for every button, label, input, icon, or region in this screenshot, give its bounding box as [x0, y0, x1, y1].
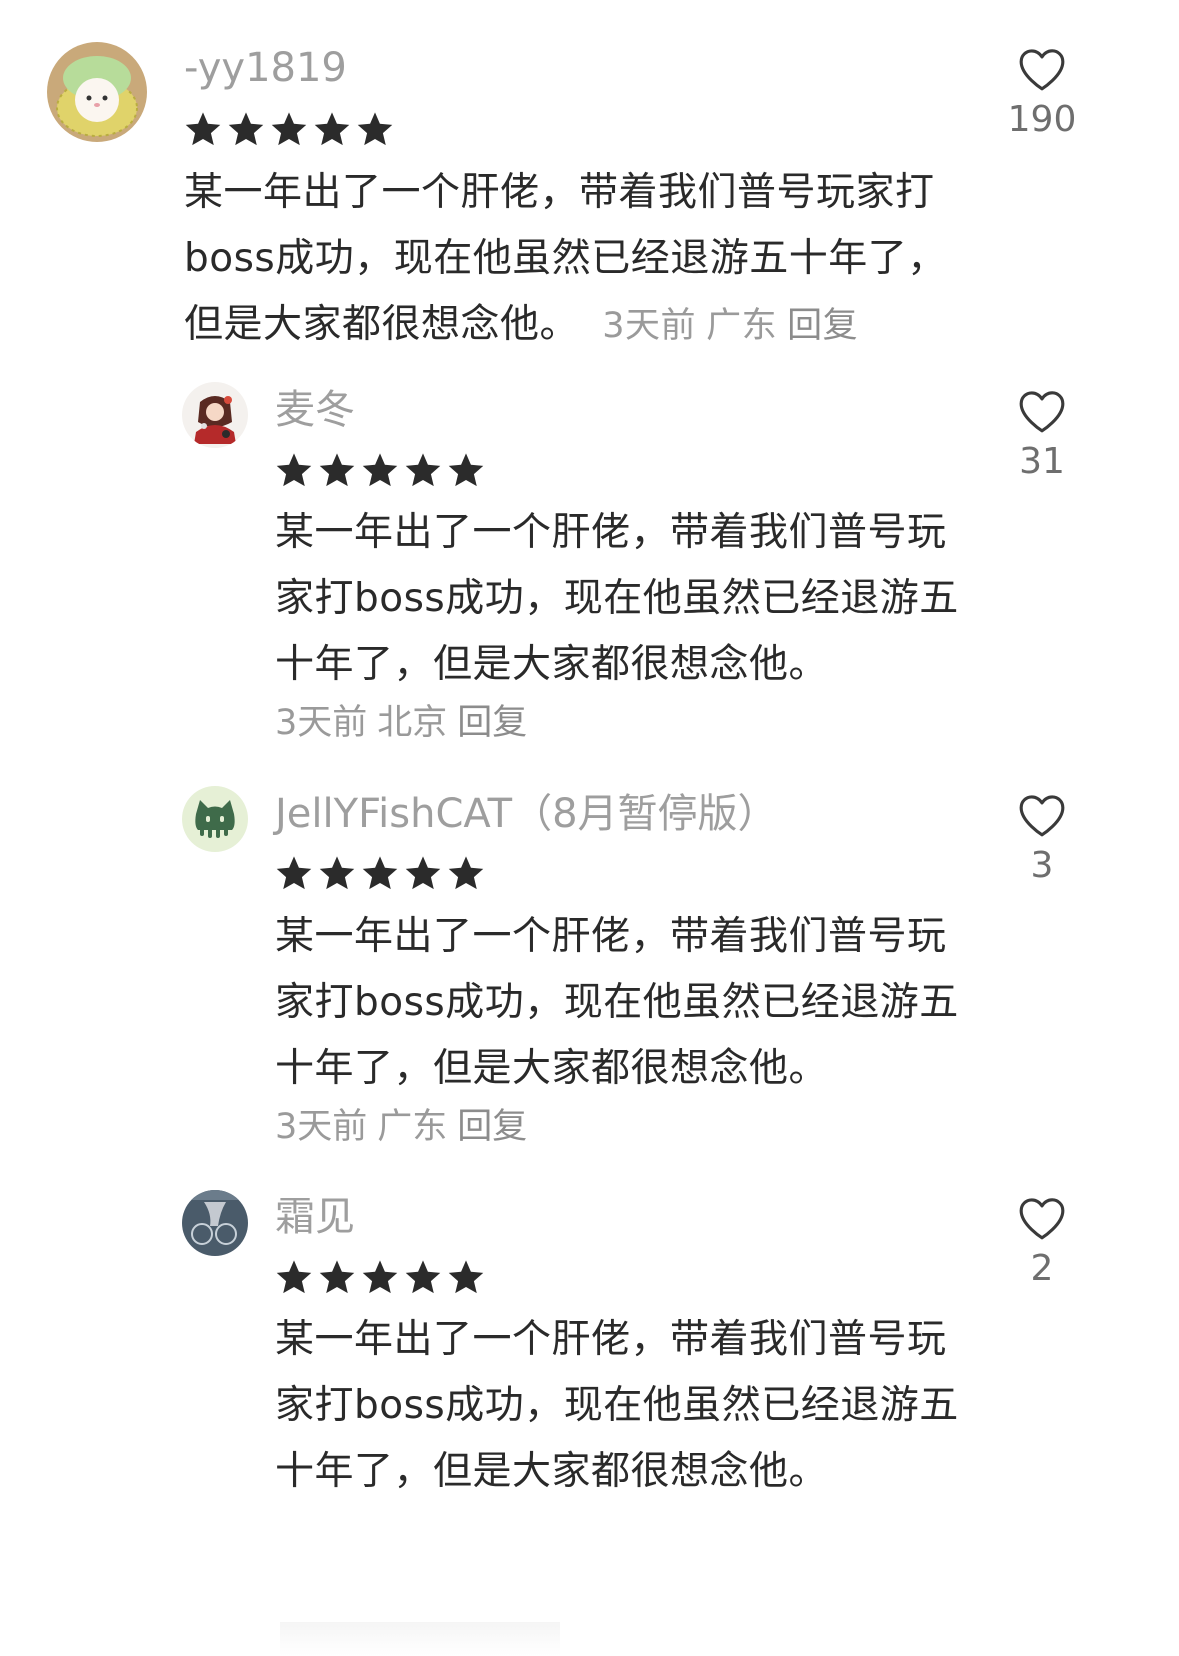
rating-stars — [275, 1258, 485, 1296]
comment-body: 某一年出了一个肝佬，带着我们普号玩家打boss成功，现在他虽然已经退游五十年了，… — [184, 160, 954, 359]
heart-icon[interactable] — [1017, 1195, 1067, 1241]
reply-button[interactable]: 回复 — [457, 703, 527, 743]
star-icon — [319, 453, 355, 487]
star-icon — [405, 1260, 441, 1294]
star-icon — [319, 1260, 355, 1294]
star-icon — [319, 856, 355, 890]
star-icon — [276, 856, 312, 890]
avatar[interactable] — [182, 786, 248, 852]
star-icon — [448, 453, 484, 487]
comment-time: 3天前 — [275, 703, 368, 743]
star-icon — [362, 453, 398, 487]
cat-in-melon-avatar-icon — [47, 42, 147, 142]
like-count: 2 — [1030, 1248, 1054, 1289]
comment-time: 3天前 — [602, 306, 697, 346]
rating-stars — [184, 110, 394, 148]
comment-location: 北京 — [377, 703, 448, 743]
comment-meta: 3天前 广东 回复 — [275, 1110, 537, 1145]
star-icon — [276, 453, 312, 487]
like-count: 31 — [1019, 441, 1065, 482]
comment-time: 3天前 — [275, 1107, 368, 1147]
heart-icon[interactable] — [1017, 792, 1067, 838]
avatar[interactable] — [182, 1190, 248, 1256]
like-control[interactable]: 2 — [1002, 1195, 1082, 1287]
heart-icon[interactable] — [1017, 46, 1067, 92]
like-count: 3 — [1030, 845, 1054, 886]
comment-list: -yy1819 某一年出了一个肝佬，带着我们普号玩家打boss成功，现在他虽然已… — [0, 0, 1179, 1656]
star-icon — [362, 856, 398, 890]
heart-icon[interactable] — [1017, 388, 1067, 434]
star-icon — [185, 112, 221, 146]
reply-button[interactable]: 回复 — [787, 306, 858, 346]
like-control[interactable]: 190 — [1002, 46, 1082, 138]
jellyfish-cat-avatar-icon — [182, 786, 248, 852]
comment-meta: 3天前 广东 回复 — [579, 306, 868, 346]
avatar[interactable] — [47, 42, 147, 142]
reply-button[interactable]: 回复 — [457, 1107, 527, 1147]
rating-stars — [275, 451, 485, 489]
rating-stars — [275, 854, 485, 892]
comment-location: 广东 — [706, 306, 778, 346]
comment-meta: 3天前 北京 回复 — [275, 706, 537, 741]
star-icon — [228, 112, 264, 146]
star-icon — [276, 1260, 312, 1294]
comment-username[interactable]: JellYFishCAT（8月暂停版） — [275, 794, 778, 834]
cutoff-fade — [280, 1622, 560, 1656]
comment-location: 广东 — [377, 1107, 448, 1147]
comment-username[interactable]: 麦冬 — [275, 390, 355, 430]
star-icon — [357, 112, 393, 146]
comment-username[interactable]: 霜见 — [275, 1197, 355, 1237]
like-control[interactable]: 31 — [1002, 388, 1082, 480]
star-icon — [448, 1260, 484, 1294]
hand-photo-avatar-icon — [182, 1190, 248, 1256]
like-count: 190 — [1007, 99, 1077, 140]
star-icon — [314, 112, 350, 146]
comment-username[interactable]: -yy1819 — [184, 48, 347, 88]
comment-body: 某一年出了一个肝佬，带着我们普号玩家打boss成功，现在他虽然已经退游五十年了，… — [275, 1317, 959, 1494]
star-icon — [362, 1260, 398, 1294]
star-icon — [271, 112, 307, 146]
star-icon — [448, 856, 484, 890]
star-icon — [405, 856, 441, 890]
star-icon — [405, 453, 441, 487]
avatar[interactable] — [182, 382, 248, 448]
comment-body: 某一年出了一个肝佬，带着我们普号玩家打boss成功，现在他虽然已经退游五十年了，… — [275, 510, 959, 687]
like-control[interactable]: 3 — [1002, 792, 1082, 884]
anime-character-avatar-icon — [182, 382, 248, 448]
comment-body: 某一年出了一个肝佬，带着我们普号玩家打boss成功，现在他虽然已经退游五十年了，… — [275, 914, 959, 1091]
